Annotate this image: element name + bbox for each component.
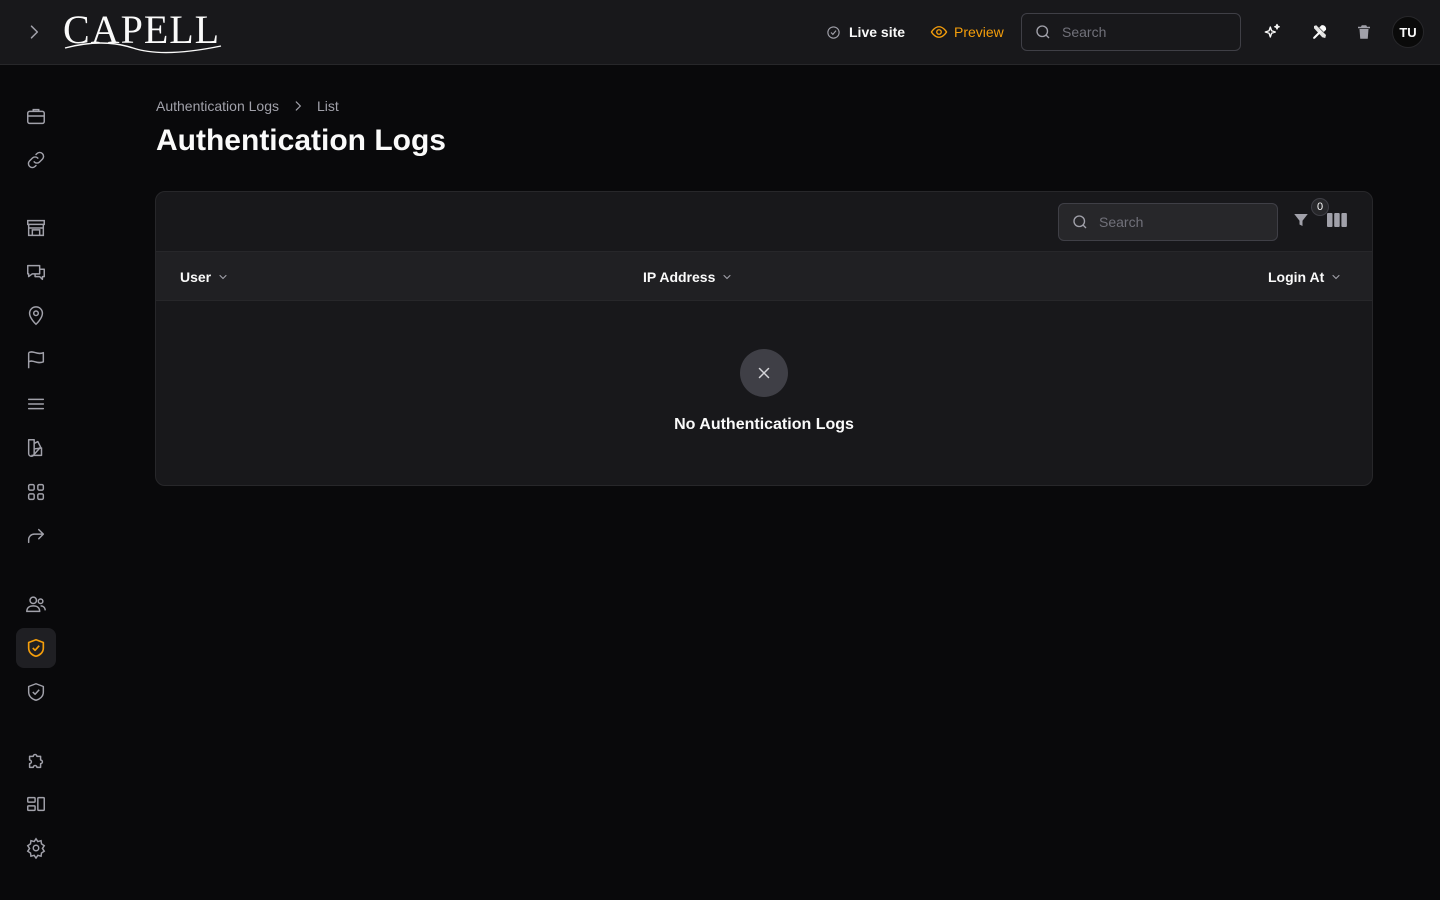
eye-icon [930, 26, 948, 38]
expand-sidebar-icon[interactable] [22, 20, 46, 44]
gear-icon[interactable] [16, 828, 56, 868]
column-header-ip-address[interactable]: IP Address [643, 267, 733, 287]
trash-icon[interactable] [1352, 20, 1376, 44]
live-site-link[interactable]: Live site [826, 22, 905, 42]
columns-icon[interactable] [1327, 211, 1349, 231]
filter-icon[interactable] [1292, 210, 1312, 232]
chevron-right-icon [295, 101, 302, 111]
breadcrumb: Authentication Logs List [156, 96, 339, 116]
check-circle-icon [827, 25, 840, 39]
shield-check-icon[interactable] [16, 628, 56, 668]
link-icon[interactable] [16, 140, 56, 180]
sparkles-icon[interactable] [1260, 20, 1284, 44]
table-search-input[interactable] [1099, 214, 1249, 230]
column-label: User [180, 269, 212, 285]
table-header: User IP Address Login At [156, 251, 1372, 301]
empty-state-message: No Authentication Logs [674, 416, 854, 433]
preview-link[interactable]: Preview [930, 22, 1004, 42]
preview-label: Preview [954, 24, 1004, 40]
tools-icon[interactable] [1308, 20, 1332, 44]
top-bar: CAPELL Live site Preview TU [0, 0, 1440, 65]
swatch-icon[interactable] [16, 428, 56, 468]
map-pin-icon[interactable] [16, 296, 56, 336]
briefcase-icon[interactable] [16, 96, 56, 136]
close-icon [740, 349, 788, 397]
chat-bubbles-icon[interactable] [16, 252, 56, 292]
breadcrumb-root[interactable]: Authentication Logs [156, 98, 279, 114]
menu-lines-icon[interactable] [16, 384, 56, 424]
chevron-down-icon [723, 274, 731, 280]
chevron-down-icon [1332, 274, 1340, 280]
logo[interactable]: CAPELL [63, 8, 222, 54]
puzzle-icon[interactable] [16, 740, 56, 780]
flag-icon[interactable] [16, 340, 56, 380]
live-site-label: Live site [849, 24, 906, 40]
search-icon [1073, 215, 1087, 229]
global-search[interactable] [1021, 13, 1241, 51]
users-icon[interactable] [16, 584, 56, 624]
column-header-user[interactable]: User [180, 267, 229, 287]
page-title: Authentication Logs [156, 124, 446, 157]
grid-icon[interactable] [16, 472, 56, 512]
share-arrow-icon[interactable] [16, 516, 56, 556]
column-header-login-at[interactable]: Login At [1268, 267, 1342, 287]
table-panel: 0 User IP Address Login At No Authentica… [155, 191, 1373, 486]
global-search-input[interactable] [1062, 24, 1212, 40]
layout-blocks-icon[interactable] [16, 784, 56, 824]
column-label: Login At [1268, 269, 1325, 285]
shield-check-outline-icon[interactable] [16, 672, 56, 712]
chevron-down-icon [219, 274, 227, 280]
storefront-icon[interactable] [16, 208, 56, 248]
breadcrumb-current: List [316, 98, 339, 114]
table-search[interactable] [1058, 203, 1278, 241]
column-label: IP Address [643, 269, 716, 285]
user-avatar[interactable]: TU [1392, 16, 1424, 48]
search-icon [1036, 25, 1050, 39]
